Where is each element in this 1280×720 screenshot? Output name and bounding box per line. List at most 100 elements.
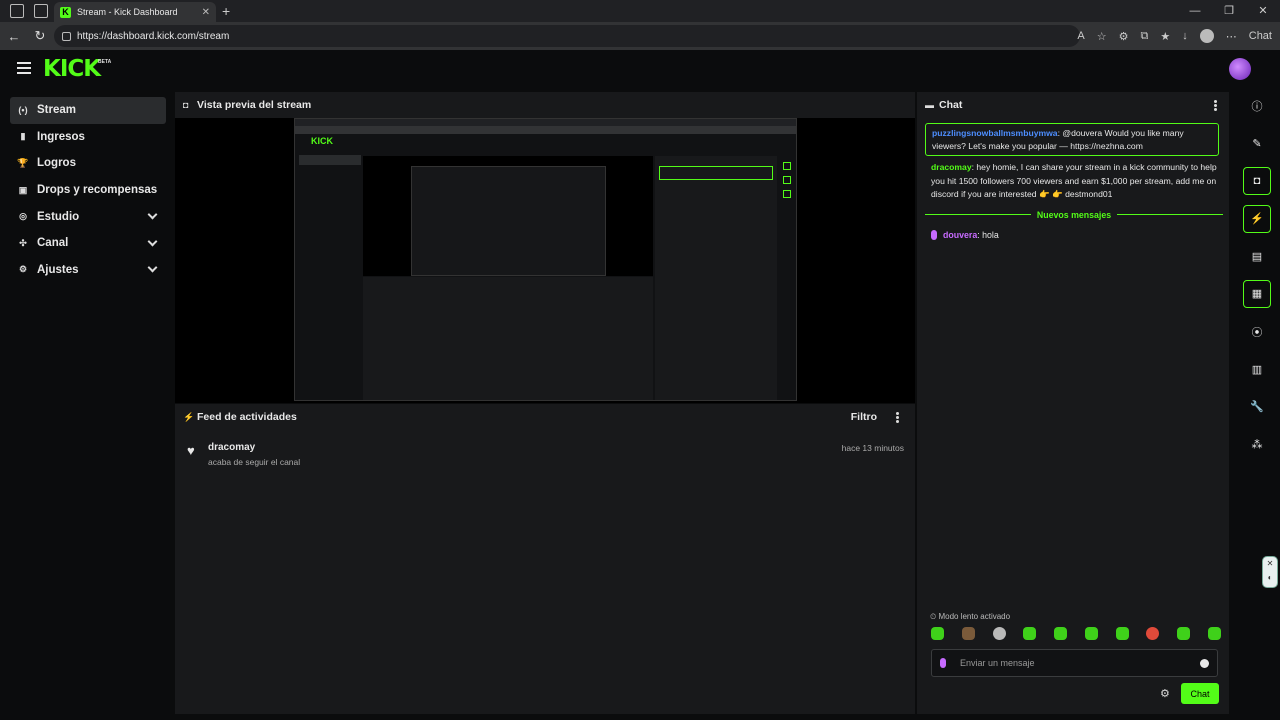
emote-icon[interactable] — [1177, 627, 1191, 640]
activity-toggle-icon[interactable]: ⚡ — [1243, 204, 1271, 233]
emote-icon[interactable] — [1115, 627, 1129, 640]
chat-username[interactable]: douvera — [943, 230, 977, 240]
sidebar: (•) Stream ▮ Ingresos 🏆 Logros ▣ Drops y recomp… — [10, 97, 166, 283]
copilot-chat-button[interactable]: Chat — [1249, 30, 1272, 42]
chat-more-icon[interactable] — [1214, 104, 1217, 107]
extensions-icon[interactable]: ⚙ — [1119, 30, 1129, 43]
sidebar-item-stream[interactable]: (•) Stream — [10, 97, 166, 124]
sidebar-item-ingresos[interactable]: ▮ Ingresos — [10, 124, 166, 151]
broadcast-icon[interactable]: ⦿ — [1243, 318, 1271, 346]
chat-username[interactable]: puzzlingsnowballmsmbuymwa — [932, 128, 1058, 138]
sidebar-item-label: Drops y recompensas — [37, 184, 158, 197]
chat-input-box[interactable] — [931, 649, 1218, 677]
address-toolbar: ← ↻ https://dashboard.kick.com/stream A … — [0, 22, 1280, 50]
feed-more-icon[interactable] — [896, 416, 899, 419]
chat-settings-gear-icon[interactable]: ⚙ — [1160, 687, 1170, 700]
emote-bar — [931, 627, 1221, 640]
feed-user[interactable]: dracomay — [208, 442, 255, 453]
back-icon[interactable]: ← — [2, 29, 26, 44]
favorites-icon[interactable]: ★ — [1160, 30, 1170, 43]
tab-actions-icon[interactable] — [34, 4, 48, 18]
wrench-icon[interactable]: 🔧 — [1243, 393, 1271, 421]
heart-icon: ♥ — [187, 443, 195, 458]
emote-icon[interactable] — [961, 627, 975, 640]
capture-rail-button — [783, 176, 791, 184]
integrations-icon[interactable]: ⁂ — [1243, 430, 1271, 458]
sidebar-item-label: Estudio — [37, 210, 80, 223]
more-icon[interactable]: ⋯ — [1226, 30, 1237, 43]
right-tool-rail: ⓘ ✎ ◘ ⚡ ▤ ▦ ⦿ ▥ 🔧 ⁂ — [1241, 92, 1273, 468]
capture-sidebar — [299, 155, 361, 225]
preview-header: ◘ Vista previa del stream — [175, 92, 915, 118]
emote-icon[interactable] — [1146, 627, 1160, 640]
minimize-icon[interactable]: — — [1178, 0, 1212, 22]
emote-icon[interactable] — [1207, 627, 1221, 640]
emoji-picker-icon[interactable] — [1200, 658, 1209, 668]
chevron-down-icon[interactable] — [147, 262, 158, 273]
chat-toggle-icon[interactable]: ▦ — [1243, 279, 1271, 308]
preview-icon: ◘ — [183, 100, 189, 110]
preview-toggle-icon[interactable]: ◘ — [1243, 167, 1271, 196]
edit-icon[interactable]: ✎ — [1243, 130, 1271, 158]
close-tab-icon[interactable]: ✕ — [202, 7, 210, 18]
feed-title: Feed de actividades — [197, 411, 297, 423]
sidebar-item-canal[interactable]: ✣ Canal — [10, 230, 166, 257]
chat-header: ▬ Chat — [917, 92, 1229, 118]
slow-mode-notice: ⏲ Modo lento activado — [930, 612, 1010, 622]
beta-badge: BETA — [98, 59, 112, 65]
sidebar-item-estudio[interactable]: ◎ Estudio — [10, 203, 166, 230]
capture-chat-message — [659, 166, 773, 180]
reload-icon[interactable]: ↻ — [28, 28, 52, 44]
downloads-icon[interactable]: ↓ — [1182, 30, 1188, 42]
capture-rail-button — [783, 190, 791, 198]
sidebar-item-drops-y-recompensas[interactable]: ▣ Drops y recompensas — [10, 177, 166, 204]
emote-icon[interactable] — [931, 627, 944, 640]
side-extension-pill[interactable]: ✕ ◐ — [1262, 556, 1278, 588]
filter-button[interactable]: Filtro — [851, 411, 877, 423]
chat-send-button[interactable]: Chat — [1181, 683, 1219, 704]
chat-title: Chat — [939, 99, 963, 111]
bar-chart-icon: ▮ — [20, 131, 26, 142]
capture-preview — [363, 156, 653, 276]
info-icon[interactable]: ⓘ — [1243, 92, 1271, 120]
sidebar-item-ajustes[interactable]: ⚙ Ajustes — [10, 257, 166, 284]
emote-icon[interactable] — [992, 627, 1006, 640]
kick-logo[interactable]: KICK — [43, 56, 101, 82]
workspaces-icon[interactable] — [10, 4, 24, 18]
kick-dashboard: KICK BETA (•) Stream ▮ Ingresos 🏆 Logros ▣ Drop… — [0, 50, 1280, 720]
preview-title: Vista previa del stream — [197, 99, 312, 111]
divider-line — [1117, 214, 1224, 215]
read-aloud-icon[interactable]: A — [1077, 30, 1084, 42]
gear-icon: ⚙ — [18, 264, 28, 275]
sidebar-item-label: Stream — [37, 104, 76, 117]
split-screen-icon[interactable]: ⧉ — [1141, 30, 1149, 43]
chat-username[interactable]: dracomay — [931, 162, 972, 172]
favorite-icon[interactable]: ☆ — [1097, 30, 1107, 43]
mic-icon — [940, 658, 946, 668]
emote-icon[interactable] — [1084, 627, 1098, 640]
sidebar-item-logros[interactable]: 🏆 Logros — [10, 150, 166, 177]
chevron-down-icon[interactable] — [147, 209, 158, 220]
chat-message: douvera: hola — [931, 230, 999, 240]
menu-icon[interactable] — [17, 62, 31, 74]
feed-header: ⚡ Feed de actividades — [175, 404, 915, 430]
stream-video[interactable]: KICK — [175, 118, 915, 403]
chevron-down-icon[interactable] — [147, 236, 158, 247]
capture-feed — [363, 277, 653, 400]
emote-icon[interactable] — [1023, 627, 1037, 640]
emote-icon[interactable] — [1054, 627, 1068, 640]
layout-icon[interactable]: ▥ — [1243, 355, 1271, 383]
capture-rail-button — [783, 162, 791, 170]
stream-preview-panel: ◘ Vista previa del stream KICK — [175, 92, 915, 403]
chat-message-input[interactable] — [960, 658, 1200, 668]
user-avatar[interactable] — [1229, 58, 1251, 80]
lock-icon[interactable] — [62, 31, 71, 41]
new-tab-icon[interactable]: + — [222, 3, 230, 19]
maximize-icon[interactable]: ❐ — [1212, 0, 1246, 22]
chat-text: : hey homie, I can share your stream in … — [931, 162, 1217, 199]
profile-avatar[interactable] — [1199, 29, 1214, 43]
close-window-icon[interactable]: ✕ — [1246, 0, 1280, 22]
notes-icon[interactable]: ▤ — [1243, 242, 1271, 270]
address-bar[interactable]: https://dashboard.kick.com/stream — [54, 25, 1080, 47]
browser-tab[interactable]: K Stream - Kick Dashboard ✕ — [54, 2, 216, 22]
